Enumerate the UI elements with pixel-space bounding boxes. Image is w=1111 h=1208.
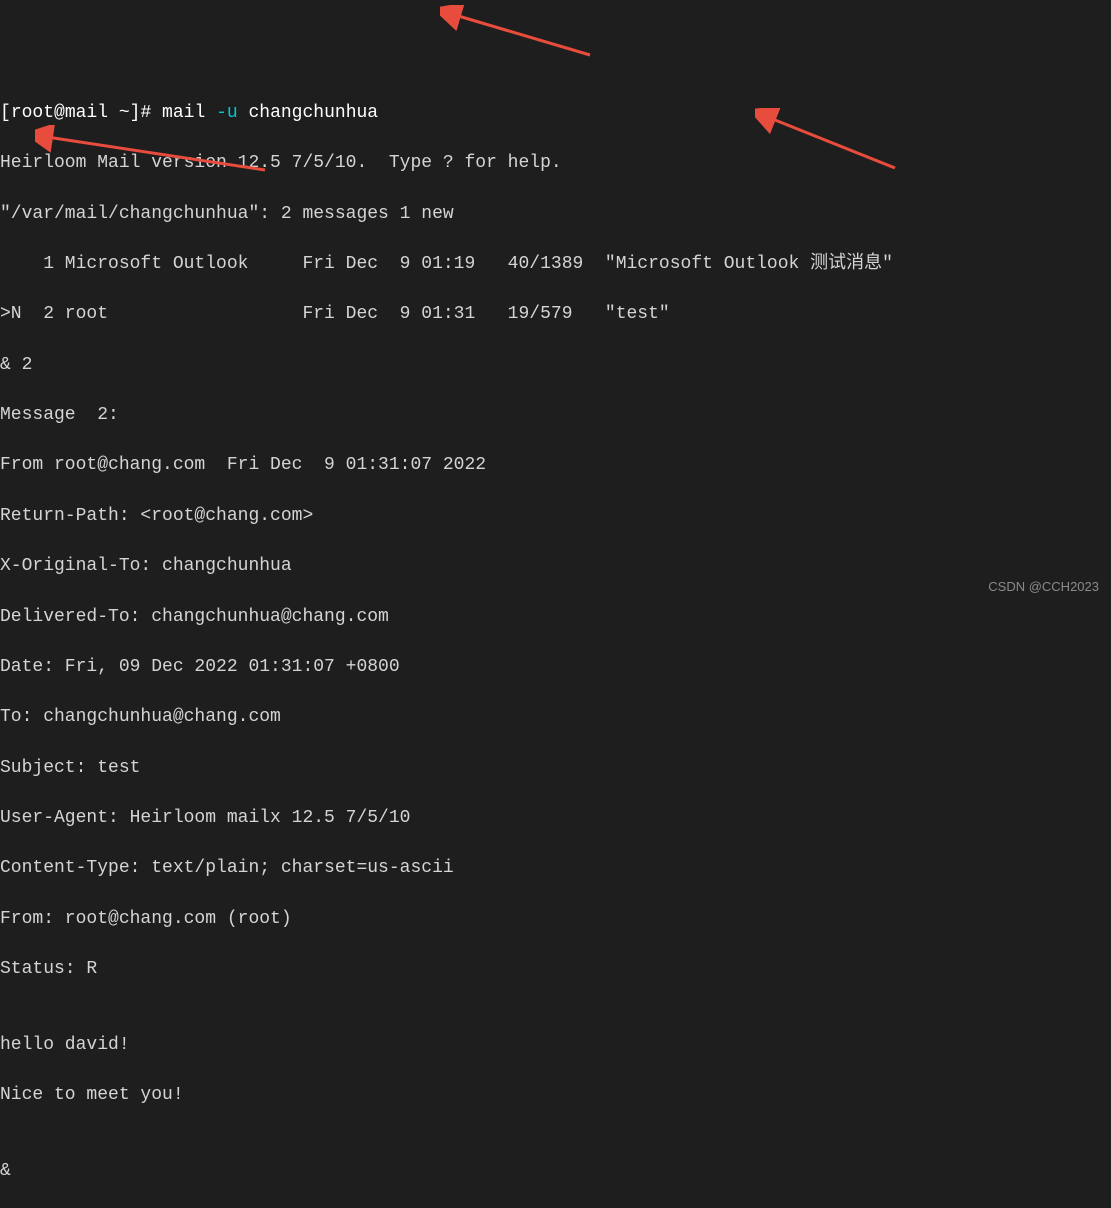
message-list-row: >N 2 root Fri Dec 9 01:31 19/579 "test" bbox=[0, 302, 1111, 327]
cmd-base: mail bbox=[162, 103, 216, 123]
prompt-open: [ bbox=[0, 103, 11, 123]
annotation-arrow-icon bbox=[440, 5, 600, 65]
output-line: "/var/mail/changchunhua": 2 messages 1 n… bbox=[0, 202, 1111, 227]
message-list-row: 1 Microsoft Outlook Fri Dec 9 01:19 40/1… bbox=[0, 252, 1111, 277]
prompt-tilde: ~ bbox=[108, 103, 130, 123]
cmd-arg: changchunhua bbox=[238, 103, 378, 123]
mail-prompt[interactable]: & 2 bbox=[0, 353, 1111, 378]
message-from-header: From: root@chang.com (root) bbox=[0, 907, 1111, 932]
prompt-close: ]# bbox=[130, 103, 162, 123]
message-header: Message 2: bbox=[0, 403, 1111, 428]
message-subject: Subject: test bbox=[0, 756, 1111, 781]
cmd-option: -u bbox=[216, 103, 238, 123]
mail-prompt[interactable]: & bbox=[0, 1159, 1111, 1184]
watermark: CSDN @CCH2023 bbox=[988, 578, 1099, 596]
message-body: Nice to meet you! bbox=[0, 1083, 1111, 1108]
message-content-type: Content-Type: text/plain; charset=us-asc… bbox=[0, 856, 1111, 881]
prompt-userhost: root@mail bbox=[11, 103, 108, 123]
message-return-path: Return-Path: <root@chang.com> bbox=[0, 504, 1111, 529]
message-date: Date: Fri, 09 Dec 2022 01:31:07 +0800 bbox=[0, 655, 1111, 680]
message-user-agent: User-Agent: Heirloom mailx 12.5 7/5/10 bbox=[0, 806, 1111, 831]
message-from: From root@chang.com Fri Dec 9 01:31:07 2… bbox=[0, 453, 1111, 478]
output-line: Heirloom Mail version 12.5 7/5/10. Type … bbox=[0, 151, 1111, 176]
message-body: hello david! bbox=[0, 1033, 1111, 1058]
message-x-original-to: X-Original-To: changchunhua bbox=[0, 554, 1111, 579]
message-status: Status: R bbox=[0, 957, 1111, 982]
message-to: To: changchunhua@chang.com bbox=[0, 705, 1111, 730]
prompt-line: [root@mail ~]# mail -u changchunhua bbox=[0, 101, 1111, 126]
message-delivered-to: Delivered-To: changchunhua@chang.com bbox=[0, 605, 1111, 630]
